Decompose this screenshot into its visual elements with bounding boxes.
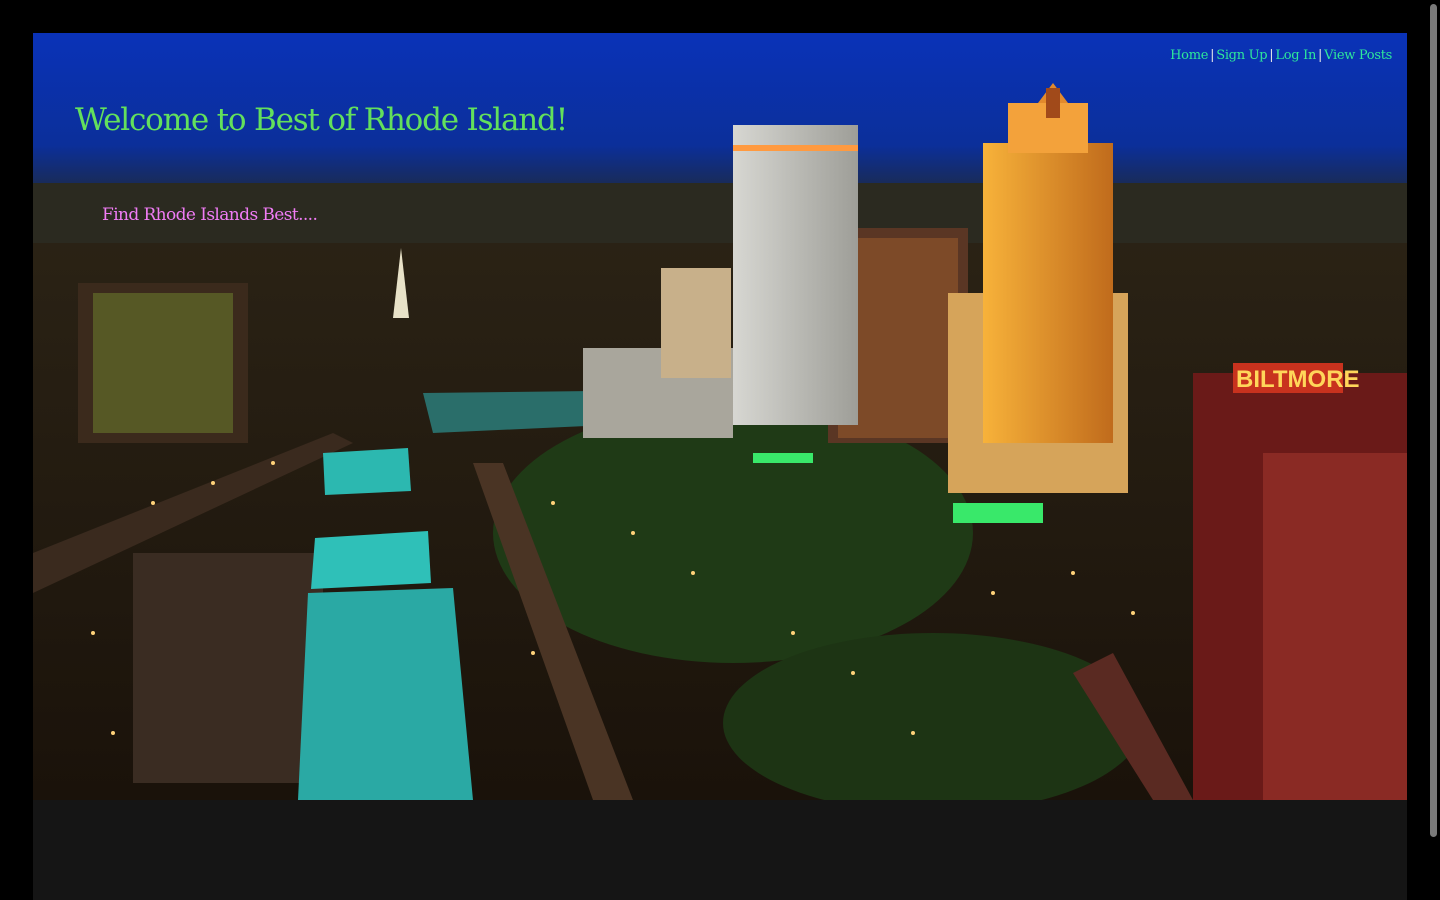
svg-text:BILTMORE: BILTMORE [1236,366,1360,393]
tagline: Find Rhode Islands Best.... [102,205,318,225]
vertical-scrollbar[interactable] [1426,0,1440,900]
hero-image: BILTMORE [33,33,1407,800]
scrollbar-thumb[interactable] [1430,4,1437,837]
nav-view-posts-link[interactable]: View Posts [1324,48,1392,63]
top-nav: Home | Sign Up | Log In | View Posts [1170,48,1392,63]
nav-home-link[interactable]: Home [1170,48,1208,63]
nav-log-in-link[interactable]: Log In [1275,48,1316,63]
nav-sign-up-link[interactable]: Sign Up [1216,48,1267,63]
nav-separator: | [1318,48,1323,63]
page: BILTMORE Home | Sign Up | Log In | View Posts … [0,0,1440,900]
content-panel [33,800,1407,900]
nav-separator: | [1210,48,1215,63]
page-title: Welcome to Best of Rhode Island! [75,102,568,138]
city-skyline-photo: BILTMORE [33,33,1407,800]
nav-separator: | [1269,48,1274,63]
